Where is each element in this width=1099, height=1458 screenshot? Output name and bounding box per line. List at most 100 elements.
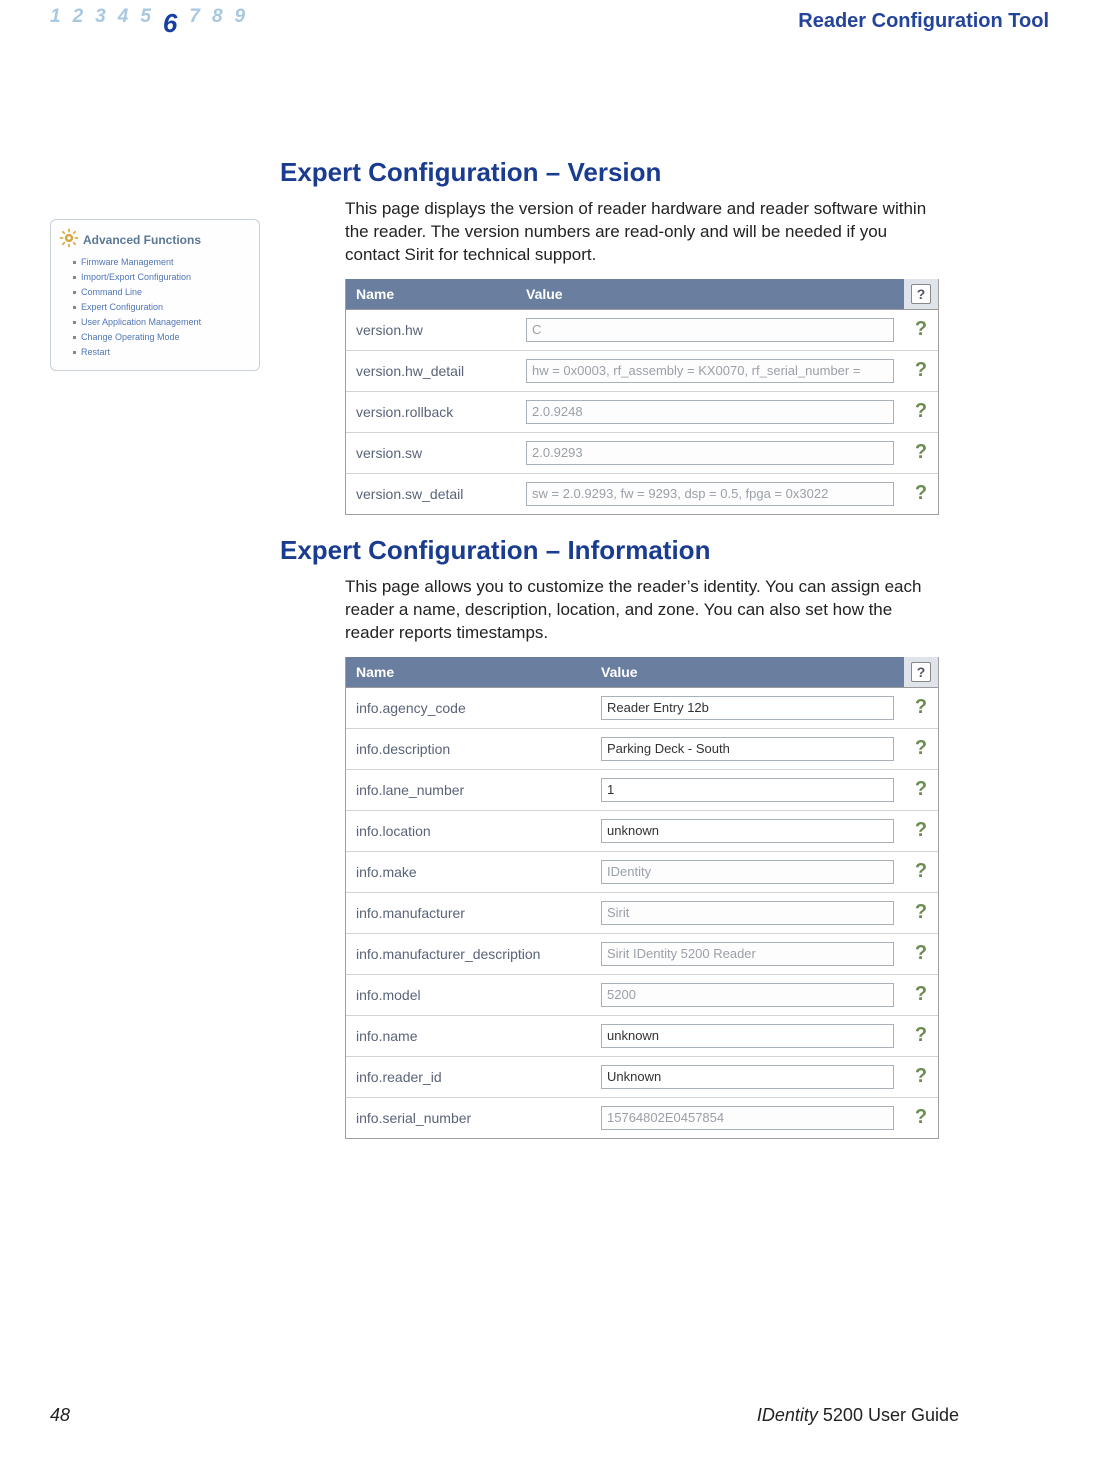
pager-link-2[interactable]: 2	[73, 6, 84, 37]
table-row: info.manufacturer_description?	[346, 933, 938, 974]
help-icon[interactable]: ?	[904, 687, 938, 728]
param-name: info.description	[346, 728, 591, 769]
section-info-heading: Expert Configuration – Information	[280, 535, 939, 566]
chapter-pager: 123456789	[50, 6, 245, 37]
param-name: info.model	[346, 974, 591, 1015]
param-input[interactable]	[601, 819, 894, 843]
help-icon[interactable]: ?	[904, 1056, 938, 1097]
sidebar-item[interactable]: Change Operating Mode	[73, 330, 251, 345]
table-row: info.description?	[346, 728, 938, 769]
page-footer: 48 IDentity 5200 User Guide	[50, 1405, 959, 1426]
help-icon[interactable]: ?	[904, 350, 938, 391]
table-row: info.location?	[346, 810, 938, 851]
param-name: info.agency_code	[346, 687, 591, 728]
param-input	[601, 983, 894, 1007]
param-input	[601, 860, 894, 884]
version-table-body: version.hw?version.hw_detail?version.rol…	[346, 309, 938, 514]
help-icon[interactable]: ?	[904, 309, 938, 350]
col-header-value: Value	[516, 279, 904, 310]
param-input	[526, 400, 894, 424]
info-table-body: info.agency_code?info.description?info.l…	[346, 687, 938, 1138]
col-header-name: Name	[346, 657, 591, 688]
param-input[interactable]	[601, 1065, 894, 1089]
table-row: version.rollback?	[346, 391, 938, 432]
help-icon[interactable]: ?	[904, 1015, 938, 1056]
param-name: info.serial_number	[346, 1097, 591, 1138]
info-table: Name Value ? info.agency_code?info.descr…	[345, 657, 939, 1139]
sidebar-item[interactable]: User Application Management	[73, 315, 251, 330]
param-name: version.sw	[346, 432, 516, 473]
pager-link-4[interactable]: 4	[118, 6, 129, 37]
help-icon[interactable]: ?	[904, 892, 938, 933]
table-row: info.agency_code?	[346, 687, 938, 728]
sidebar-item[interactable]: Import/Export Configuration	[73, 270, 251, 285]
sidebar-item[interactable]: Command Line	[73, 285, 251, 300]
table-row: version.hw_detail?	[346, 350, 938, 391]
param-input	[526, 318, 894, 342]
table-row: info.serial_number?	[346, 1097, 938, 1138]
table-row: info.model?	[346, 974, 938, 1015]
param-input[interactable]	[601, 737, 894, 761]
pager-link-6[interactable]: 6	[163, 8, 177, 39]
help-icon[interactable]: ?	[904, 1097, 938, 1138]
help-icon[interactable]: ?	[904, 974, 938, 1015]
help-header-icon: ?	[911, 662, 931, 682]
param-name: info.manufacturer	[346, 892, 591, 933]
param-name: info.location	[346, 810, 591, 851]
param-name: version.rollback	[346, 391, 516, 432]
help-icon[interactable]: ?	[904, 810, 938, 851]
section-info-body: This page allows you to customize the re…	[345, 576, 939, 645]
help-icon[interactable]: ?	[904, 391, 938, 432]
table-row: info.manufacturer?	[346, 892, 938, 933]
param-input	[526, 482, 894, 506]
pager-link-3[interactable]: 3	[95, 6, 106, 37]
pager-link-1[interactable]: 1	[50, 6, 61, 37]
help-icon[interactable]: ?	[904, 473, 938, 514]
param-name: version.hw_detail	[346, 350, 516, 391]
param-input[interactable]	[601, 1024, 894, 1048]
advanced-functions-panel: Advanced Functions Firmware ManagementIm…	[50, 219, 260, 371]
param-name: info.lane_number	[346, 769, 591, 810]
param-input	[526, 441, 894, 465]
table-row: version.sw_detail?	[346, 473, 938, 514]
table-row: info.lane_number?	[346, 769, 938, 810]
param-name: info.name	[346, 1015, 591, 1056]
table-row: info.name?	[346, 1015, 938, 1056]
param-input	[601, 1106, 894, 1130]
sidebar-list: Firmware ManagementImport/Export Configu…	[73, 255, 251, 360]
table-row: info.reader_id?	[346, 1056, 938, 1097]
param-name: version.hw	[346, 309, 516, 350]
pager-link-8[interactable]: 8	[212, 6, 223, 37]
param-name: version.sw_detail	[346, 473, 516, 514]
pager-link-9[interactable]: 9	[235, 6, 246, 37]
param-name: info.reader_id	[346, 1056, 591, 1097]
param-input[interactable]	[601, 778, 894, 802]
pager-link-7[interactable]: 7	[189, 6, 200, 37]
help-icon[interactable]: ?	[904, 933, 938, 974]
page-number: 48	[50, 1405, 70, 1426]
help-icon[interactable]: ?	[904, 851, 938, 892]
doc-title: Reader Configuration Tool	[798, 10, 1049, 33]
param-input[interactable]	[601, 696, 894, 720]
col-header-value: Value	[591, 657, 904, 688]
gear-icon	[59, 228, 79, 251]
version-table: Name Value ? version.hw?version.hw_detai…	[345, 279, 939, 515]
param-input	[601, 901, 894, 925]
col-header-help: ?	[904, 279, 938, 310]
sidebar-item[interactable]: Firmware Management	[73, 255, 251, 270]
help-header-icon: ?	[911, 284, 931, 304]
sidebar-item[interactable]: Restart	[73, 345, 251, 360]
sidebar-title: Advanced Functions	[83, 233, 201, 247]
table-row: info.make?	[346, 851, 938, 892]
param-input	[526, 359, 894, 383]
param-name: info.manufacturer_description	[346, 933, 591, 974]
help-icon[interactable]: ?	[904, 432, 938, 473]
sidebar-item[interactable]: Expert Configuration	[73, 300, 251, 315]
help-icon[interactable]: ?	[904, 728, 938, 769]
section-version-body: This page displays the version of reader…	[345, 198, 939, 267]
footer-guide: IDentity 5200 User Guide	[757, 1405, 959, 1426]
sidebar: Advanced Functions Firmware ManagementIm…	[50, 157, 260, 1149]
help-icon[interactable]: ?	[904, 769, 938, 810]
param-name: info.make	[346, 851, 591, 892]
pager-link-5[interactable]: 5	[140, 6, 151, 37]
